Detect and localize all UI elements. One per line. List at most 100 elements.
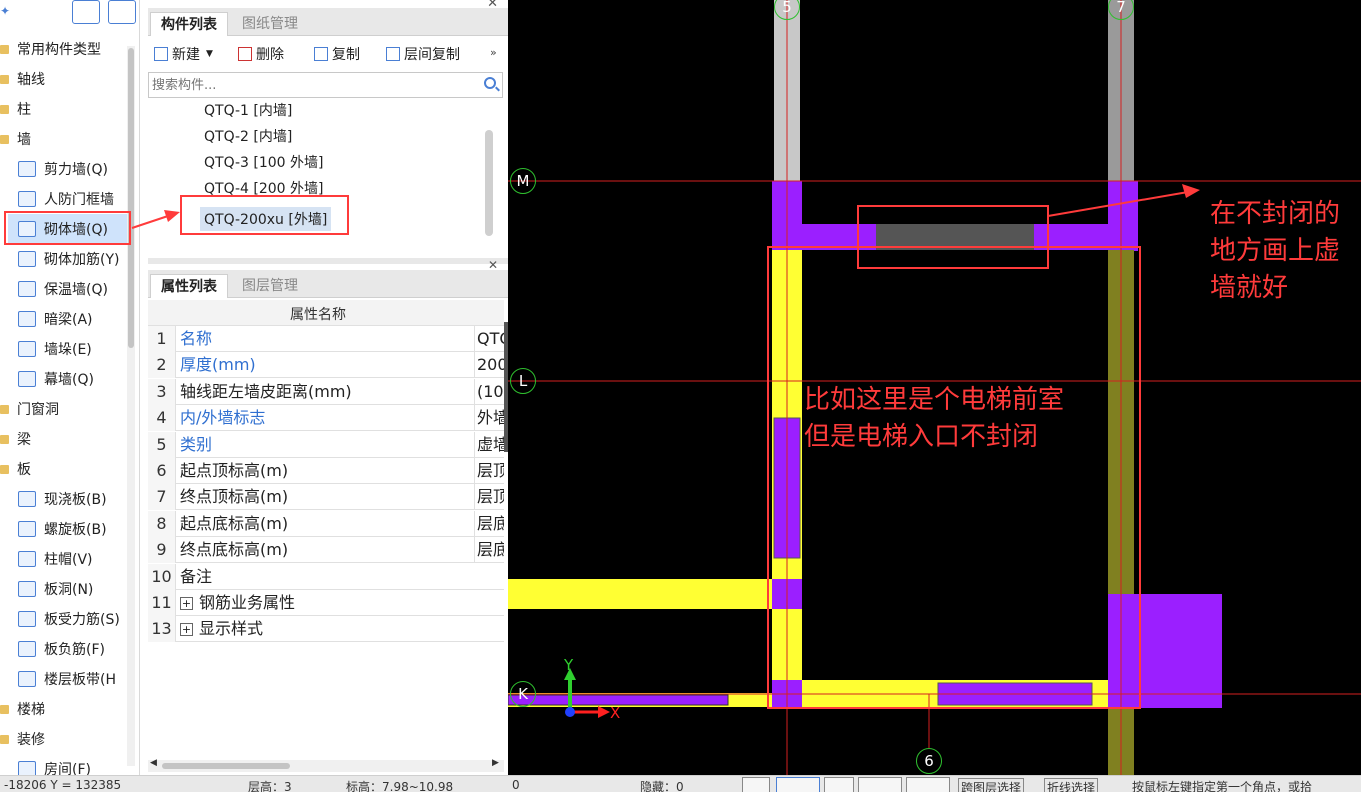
property-row[interactable]: 9终点底标高(m) 层底 <box>148 537 504 564</box>
room-icon <box>18 761 36 775</box>
floor-copy-icon <box>386 47 400 61</box>
property-row[interactable]: 7终点顶标高(m) 层顶 <box>148 484 504 511</box>
tree-item-label: 楼梯 <box>17 702 45 718</box>
search-icon[interactable] <box>484 77 496 89</box>
tree-item-label: 房间(F) <box>44 762 91 775</box>
property-name-text: 厚度(mm) <box>180 355 256 375</box>
tab-property-list[interactable]: 属性列表 <box>150 274 228 298</box>
folder-icon <box>0 404 9 414</box>
floor-copy-label: 层间复制 <box>404 47 460 63</box>
add-button[interactable] <box>906 777 950 792</box>
property-value[interactable]: 外墙 <box>474 405 504 432</box>
property-row[interactable]: 13 + 显示样式 <box>148 616 504 643</box>
property-row[interactable]: 11 + 钢筋业务属性 <box>148 590 504 616</box>
check-button[interactable] <box>858 777 902 792</box>
property-value[interactable]: 层顶 <box>474 458 504 484</box>
tree-item[interactable]: 保温墙(Q) <box>0 274 126 304</box>
ucs-x-arrow <box>598 706 610 718</box>
floor-copy-button[interactable]: 层间复制 <box>386 44 460 64</box>
property-name: 轴线距左墙皮距离(mm) <box>180 379 352 405</box>
axis-bubble-m: M <box>510 168 536 194</box>
tree-item-label: 柱帽(V) <box>44 552 93 568</box>
expand-icon[interactable]: + <box>180 623 193 637</box>
cross-layer-select-button[interactable]: 跨图层选择 <box>958 778 1025 792</box>
slab-hole-icon <box>18 581 36 597</box>
tree-item[interactable]: 幕墙(Q) <box>0 364 126 394</box>
purple-block <box>1108 594 1222 708</box>
property-row[interactable]: 4内/外墙标志 外墙 <box>148 405 504 432</box>
status-bar: -18206 Y = 132385 层高：3 标高：7.98~10.98 0 隐… <box>0 775 1361 792</box>
tree-item[interactable]: 梁 <box>0 424 126 454</box>
arrow-line <box>131 215 169 229</box>
tree-item-label: 梁 <box>17 432 31 448</box>
list-scrollbar[interactable] <box>485 130 493 236</box>
annotation-middle: 比如这里是个电梯前室 但是电梯入口不封闭 <box>804 382 1064 456</box>
property-row[interactable]: 5类别 虚墙 <box>148 431 504 458</box>
tree-item-label: 墙垛(E) <box>44 342 92 358</box>
property-value[interactable]: 层顶 <box>474 484 504 511</box>
property-row[interactable]: 8起点底标高(m) 层底 <box>148 510 504 537</box>
row-number: 11 <box>148 590 176 616</box>
property-name-text: 起点顶标高(m) <box>180 461 289 480</box>
axis-bubble-l: L <box>510 368 536 394</box>
tree-item[interactable]: 板受力筋(S) <box>0 604 126 634</box>
slab-neg-rebar-icon <box>18 641 36 657</box>
tree-item[interactable]: 板洞(N) <box>0 574 126 604</box>
status-hidden: 隐藏：0 <box>640 780 684 792</box>
row-number: 5 <box>148 431 176 458</box>
property-name: 起点底标高(m) <box>180 511 288 537</box>
tree-item[interactable]: 螺旋板(B) <box>0 514 126 544</box>
property-name: 终点顶标高(m) <box>180 484 288 510</box>
highlight-box <box>180 195 349 235</box>
tree-item[interactable]: 柱帽(V) <box>0 544 126 574</box>
yellow-wall <box>508 579 802 609</box>
tree-item[interactable]: 楼梯 <box>0 694 126 724</box>
tree-item-label: 板洞(N) <box>44 582 94 598</box>
property-name: 终点底标高(m) <box>180 537 288 563</box>
tree-item[interactable]: 门窗洞 <box>0 394 126 424</box>
tree-item[interactable]: 现浇板(B) <box>0 484 126 514</box>
tree-item[interactable]: 墙垛(E) <box>0 334 126 364</box>
property-row[interactable]: 6起点顶标高(m) 层顶 <box>148 458 504 484</box>
property-value[interactable]: 虚墙 <box>474 431 504 458</box>
highlight-box <box>767 246 1141 709</box>
curtain-wall-icon <box>18 371 36 387</box>
tree-item[interactable]: 暗梁(A) <box>0 304 126 334</box>
tree-item[interactable]: 板负筋(F) <box>0 634 126 664</box>
property-value[interactable]: QTQ <box>474 326 504 352</box>
snap-toggle-button[interactable] <box>742 777 770 792</box>
tree-item[interactable]: 房间(F) <box>0 754 126 775</box>
slab-main-rebar-icon <box>18 611 36 627</box>
folder-icon <box>0 734 9 744</box>
property-row[interactable]: 2厚度(mm) 200 <box>148 352 504 379</box>
property-row[interactable]: 3轴线距左墙皮距离(mm) (100 <box>148 378 504 405</box>
select-mode-button[interactable] <box>776 777 820 792</box>
annotation-right: 在不封闭的 地方画上虚 墙就好 <box>1210 196 1340 307</box>
annotation-line: 在不封闭的 <box>1210 199 1341 229</box>
property-value[interactable]: 层底 <box>474 537 504 564</box>
property-row[interactable]: 10 备注 <box>148 563 504 590</box>
property-value[interactable]: (100 <box>474 378 504 405</box>
tree-item[interactable]: 板 <box>0 454 126 484</box>
property-name-text: 终点底标高(m) <box>180 540 289 560</box>
arrow-head <box>1182 184 1200 198</box>
property-value[interactable]: 200 <box>474 352 504 379</box>
tab-layer-manage[interactable]: 图层管理 <box>232 274 308 298</box>
tree-item[interactable]: 楼层板带(H <box>0 664 126 694</box>
drawing-canvas[interactable]: 5 7 M L K 6 Y X 在不封闭的 地方画上虚 墙就好 比如这里是个电梯… <box>508 0 1361 775</box>
property-name-text: 内/外墙标志 <box>180 408 266 428</box>
property-row[interactable]: 1名称 QTQ <box>148 326 504 352</box>
folder-icon <box>0 434 9 444</box>
property-name-text: 类别 <box>180 434 213 454</box>
tree-item-label: 楼层板带(H <box>44 672 116 688</box>
cast-slab-icon <box>18 491 36 507</box>
property-value[interactable]: 层底 <box>474 510 504 537</box>
tree-item[interactable]: 装修 <box>0 724 126 754</box>
tree-item-label: 螺旋板(B) <box>44 522 107 538</box>
property-name-text: 轴线距左墙皮距离(mm) <box>180 381 352 401</box>
more-icon[interactable]: » <box>490 46 497 59</box>
horizontal-scrollbar[interactable]: ◀ ▶ <box>148 758 504 772</box>
polyline-select-button[interactable]: 折线选择 <box>1044 778 1099 792</box>
cross-select-button[interactable] <box>824 777 854 792</box>
expand-icon[interactable]: + <box>180 597 193 610</box>
